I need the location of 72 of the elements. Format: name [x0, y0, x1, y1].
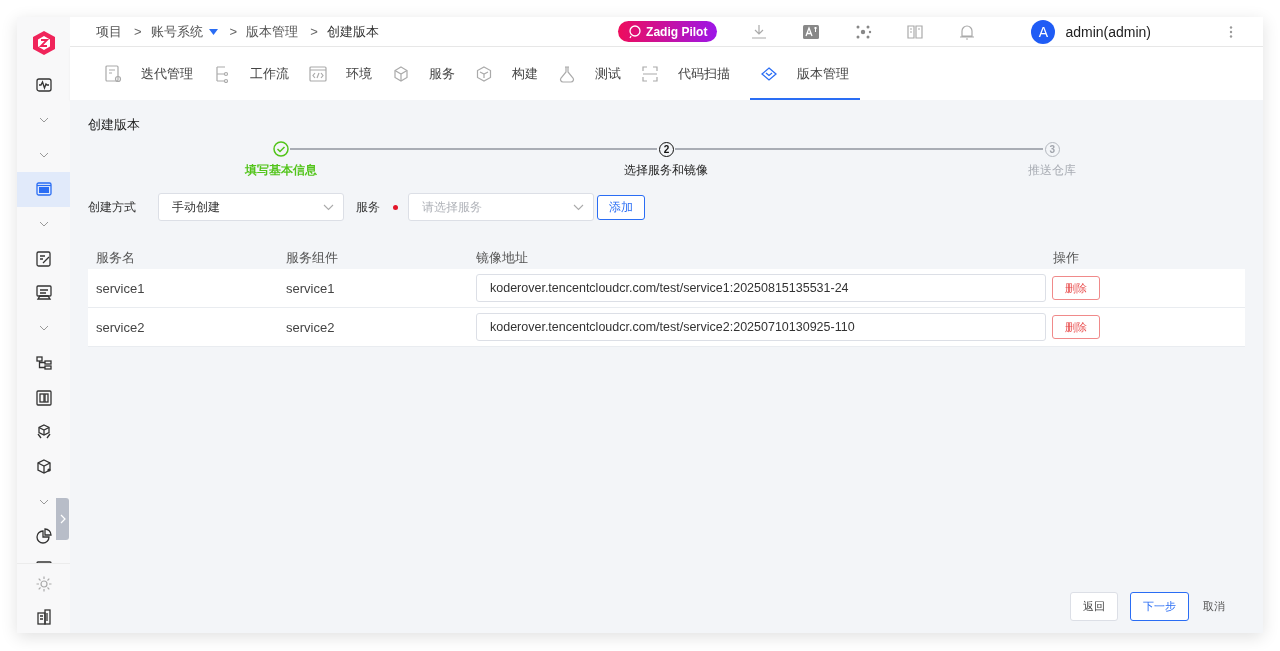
code-window-icon [309, 64, 327, 83]
breadcrumb-link[interactable]: 项目 [96, 22, 122, 41]
translate-icon[interactable] [802, 22, 821, 41]
grid-panel-icon [34, 388, 53, 407]
breadcrumb-link[interactable]: 账号系统 [150, 22, 218, 41]
tab[interactable]: 工作流 [213, 47, 303, 100]
tab[interactable]: 迭代管理 [104, 47, 207, 100]
check-circle-icon [272, 141, 289, 157]
column-header: 镜像地址 [475, 248, 529, 267]
logo-icon [30, 29, 57, 56]
hexagon-cube-icon [475, 64, 493, 83]
caret-down-icon [208, 28, 218, 35]
sidebar-item[interactable] [17, 172, 70, 207]
chevron-down-icon [573, 203, 584, 211]
tab[interactable]: 服务 [392, 47, 469, 100]
delete-button[interactable]: 删除 [1052, 276, 1100, 300]
collapse-handle[interactable] [56, 498, 69, 540]
pie-chart-icon [34, 527, 53, 546]
delete-button[interactable]: 删除 [1052, 315, 1100, 339]
scan-frame-icon [641, 64, 659, 83]
field-label: 创建方式 [88, 198, 137, 216]
document-gear-icon [104, 64, 122, 83]
more-icon[interactable] [1229, 25, 1233, 38]
page-title: 创建版本 [88, 116, 141, 134]
tab[interactable]: 环境 [309, 47, 386, 100]
book-icon[interactable] [906, 22, 925, 41]
cube-icon [34, 457, 53, 476]
monitor-icon [34, 284, 53, 303]
breadcrumb-separator: > [229, 24, 238, 39]
column-header: 服务名 [95, 248, 136, 267]
table-cell-text: service2 [285, 319, 336, 335]
step-label: 选择服务和镜像 [624, 163, 709, 178]
column-header: 操作 [1052, 248, 1080, 267]
pilot-button[interactable]: Zadig Pilot [618, 21, 718, 42]
tab[interactable]: 构建 [475, 47, 552, 100]
pulse-icon [34, 76, 53, 95]
breadcrumb-link[interactable]: 版本管理 [246, 22, 299, 41]
create-method-select[interactable]: 手动创建 [158, 193, 344, 221]
flask-icon [558, 64, 576, 83]
back-button[interactable]: 返回 [1070, 592, 1118, 621]
add-button[interactable]: 添加 [597, 194, 645, 220]
table-cell-text: service2 [95, 319, 146, 335]
step-label: 填写基本信息 [244, 163, 317, 178]
chevron-down-icon [323, 203, 334, 211]
table-cell-text: service1 [95, 280, 146, 296]
breadcrumb-separator: > [310, 24, 318, 39]
cube-network-icon [392, 64, 410, 83]
tree-icon [34, 353, 53, 372]
image-address-field[interactable]: koderover.tencentcloudcr.com/test/service1:20250815135531-24 [476, 274, 1046, 302]
tab[interactable]: 测试 [558, 47, 635, 100]
chevron-down-icon [38, 221, 49, 228]
table-cell-text: service1 [285, 280, 336, 296]
step-label: 推送仓库 [1028, 163, 1077, 178]
column-header: 服务组件 [285, 248, 339, 267]
user-name[interactable]: admin(admin) [1065, 23, 1151, 40]
building-icon [34, 607, 53, 626]
cancel-link[interactable]: 取消 [1201, 592, 1227, 621]
window-icon [34, 180, 53, 199]
download-icon[interactable] [750, 22, 769, 41]
bell-icon[interactable] [958, 22, 977, 41]
branch-icon [213, 64, 231, 83]
chevron-down-icon [38, 151, 49, 158]
image-address-field[interactable]: koderover.tencentcloudcr.com/test/service2:20250710130925-110 [476, 313, 1046, 341]
document-pen-icon [34, 249, 53, 268]
chevron-down-icon [38, 117, 49, 124]
chevron-down-icon [38, 498, 49, 505]
breadcrumb-separator: > [134, 24, 142, 39]
tab[interactable]: 代码扫描 [641, 47, 744, 100]
next-button[interactable]: 下一步 [1130, 592, 1189, 621]
avatar[interactable]: A [1031, 19, 1056, 44]
field-label: 服务 [356, 198, 380, 216]
chevron-down-icon [38, 325, 49, 332]
